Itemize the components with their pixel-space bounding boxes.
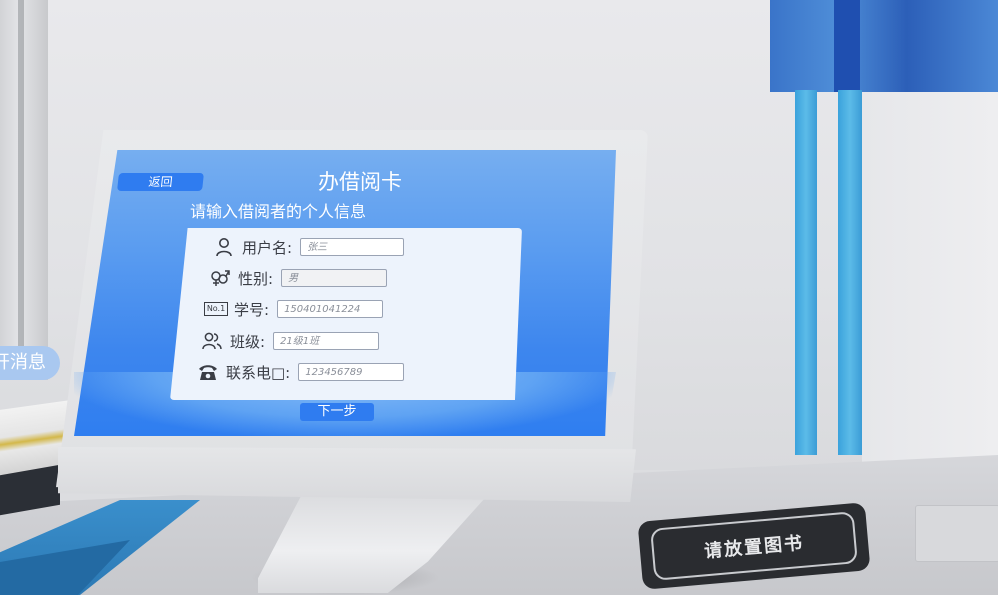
number-badge-text: No.1 (203, 302, 229, 316)
phone-label: 联系电□: (226, 363, 291, 382)
wall-poster-strip (834, 0, 860, 92)
page-subtitle: 请输入借阅者的个人信息 (190, 202, 367, 221)
counter-panel (915, 505, 998, 562)
student-number-input[interactable]: 150401041224 (277, 300, 384, 318)
gender-icon (208, 267, 232, 289)
class-input[interactable]: 21级1班 (273, 332, 380, 350)
form-row-phone: 联系电□: 123456789 (196, 360, 405, 384)
gender-select[interactable]: 男 (281, 269, 388, 287)
left-pillar (0, 0, 48, 380)
username-input[interactable]: 张三 (300, 238, 405, 256)
right-wall (862, 92, 998, 462)
phone-input[interactable]: 123456789 (298, 363, 405, 381)
form-row-student-number: No.1 学号: 150401041224 (203, 297, 384, 321)
form-row-username: 用户名: 张三 (212, 235, 405, 259)
left-pillar-edge (18, 0, 24, 380)
number-badge-icon: No.1 (203, 298, 229, 320)
page-title: 办借阅卡 (318, 170, 402, 194)
message-bubble[interactable]: 开消息 (0, 346, 60, 380)
student-number-label: 学号: (234, 300, 270, 319)
monitor-chin (58, 447, 636, 502)
form-row-class: 班级: 21级1班 (200, 329, 380, 353)
form-row-gender: 性别: 男 (208, 266, 388, 290)
gender-label: 性别: (238, 269, 274, 288)
next-step-button[interactable]: 下一步 (300, 403, 374, 421)
user-icon (212, 236, 236, 258)
username-label: 用户名: (242, 238, 293, 257)
wall-poster (770, 0, 998, 92)
back-button[interactable]: 返回 (117, 173, 204, 191)
class-label: 班级: (230, 332, 266, 351)
blue-column (795, 90, 817, 455)
blue-column (838, 90, 862, 455)
phone-icon (196, 361, 220, 383)
group-icon (200, 330, 224, 352)
